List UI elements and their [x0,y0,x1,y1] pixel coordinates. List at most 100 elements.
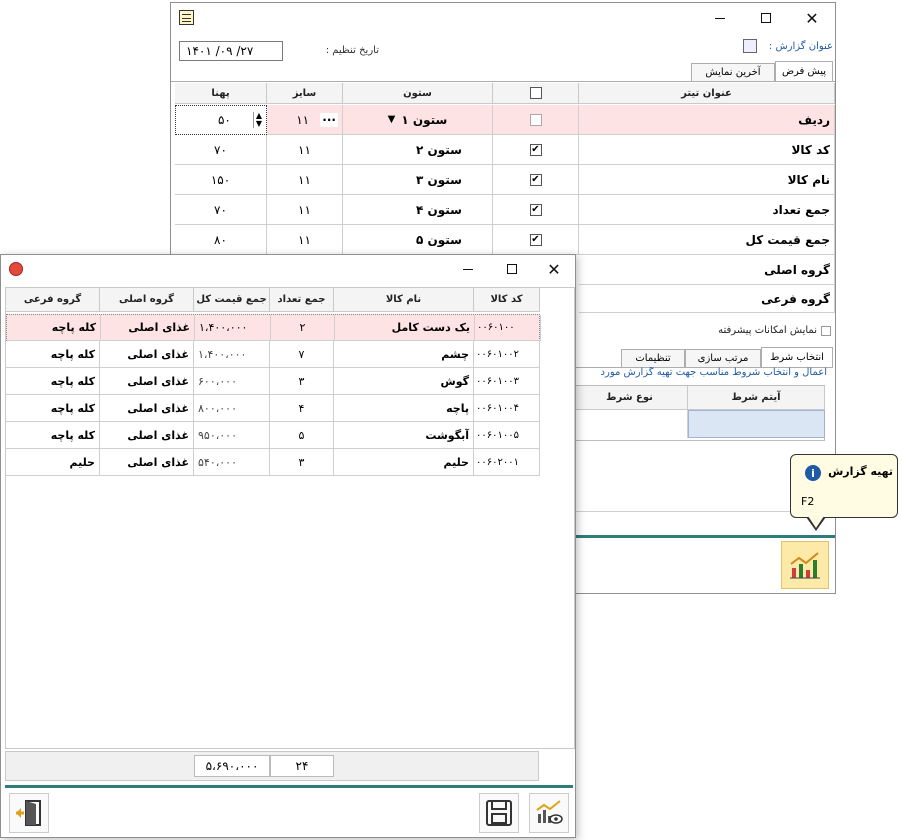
tab-select-condition[interactable]: انتخاب شرط [761,347,833,367]
cell-item-code: ۰۰۶۰۱۰۰۳ [474,368,540,395]
checkbox[interactable] [821,325,831,336]
cell-sub-group: کله پاچه [6,422,100,449]
header-total-qty: جمع تعداد [270,288,334,312]
cell-total-price: ۸۰۰،۰۰۰ [194,395,270,422]
maximize-button[interactable] [489,255,535,283]
size-cell: ۱۱ [267,135,343,165]
table-row[interactable]: کله پاچه غذای اصلی ۶۰۰،۰۰۰ ۳ گوش ۰۰۶۰۱۰۰… [6,368,540,395]
close-button[interactable]: ✕ [533,255,575,283]
preview-report-button[interactable] [529,793,569,833]
row-checkbox[interactable] [529,113,542,126]
cell-total-price: ۵۴۰،۰۰۰ [194,449,270,476]
condition-item-cell[interactable] [688,410,825,438]
cell-total-qty: ۵ [270,422,334,449]
tooltip-title: تهیه گزارش [828,465,893,478]
cell-main-group: غذای اصلی [100,395,194,422]
cell-sub-group: کله پاچه [6,395,100,422]
cell-total-qty: ۲ [271,315,335,341]
header-size: سایز [267,83,343,104]
visible-cell[interactable]: ✔ [493,225,579,255]
cell-item-name: چشم [334,341,474,368]
grid-row[interactable]: ۷۰ ۱۱ ستون ۲ ✔ کد کالا [175,135,835,165]
maximize-button[interactable] [743,3,789,33]
close-button[interactable]: ✕ [789,3,835,33]
header-checkbox[interactable] [529,87,542,99]
date-input[interactable]: ۱۴۰۱ /۰۹ /۲۷ [179,41,283,61]
title-cell: ردیف [579,105,835,135]
cell-total-qty: ۷ [270,341,334,368]
save-button[interactable] [479,793,519,833]
column-cell: ستون ۳ [343,165,493,195]
cell-total-price: ۱،۴۰۰،۰۰۰ [195,315,271,341]
tab-sorting[interactable]: مرتب سازی [685,349,761,367]
width-cell: ۷۰ [175,135,267,165]
header-item-code: کد کالا [474,288,540,312]
width-stepper[interactable]: ۵۰ ▲ ▼ [175,105,267,135]
ellipsis-button[interactable]: ··· [320,112,338,127]
table-row[interactable]: کله پاچه غذای اصلی ۹۵۰،۰۰۰ ۵ آبگوشت ۰۰۶۰… [6,422,540,449]
tooltip-pointer-fill [808,516,824,528]
cell-item-code: ۰۰۶۰۱۰۰ [475,315,541,341]
generate-report-button[interactable] [781,541,829,589]
chevron-down-icon[interactable]: ▼ [388,114,396,125]
report-title-label: عنوان گزارش : [768,41,833,52]
header-title: عنوان تیتر [579,83,835,104]
table-row[interactable]: کله پاچه غذای اصلی ۱،۴۰۰،۰۰۰ ۲ یک دست کا… [6,314,541,341]
spin-arrows-icon[interactable]: ▲ ▼ [252,112,262,128]
condition-type-cell[interactable] [572,410,688,438]
tab-default[interactable]: پیش فرض [775,61,833,81]
grid-row[interactable]: ۵۰ ▲ ▼ ۱۱ ··· ستون ۱ ▼ ردیف [175,105,835,135]
tab-settings[interactable]: تنظیمات [621,349,685,367]
title-cell: گروه فرعی [579,285,835,313]
cell-total-price: ۱،۴۰۰،۰۰۰ [194,341,270,368]
size-cell: ۱۱ [267,165,343,195]
width-cell: ۸۰ [175,225,267,255]
grid-row[interactable]: ۷۰ ۱۱ ستون ۴ ✔ جمع تعداد [175,195,835,225]
filter-grid: نوع شرط آیتم شرط [571,385,825,441]
header-condition-type: نوع شرط [572,386,688,410]
cell-sub-group: کله پاچه [6,341,100,368]
cell-total-qty: ۳ [270,449,334,476]
advanced-options-checkbox[interactable]: نمایش امکانات پیشرفته [691,325,831,336]
header-column: ستون [343,83,493,104]
cell-main-group: غذای اصلی [100,422,194,449]
exit-button[interactable] [9,793,49,833]
floppy-disk-icon [486,800,512,826]
cell-item-code: ۰۰۶۰۱۰۰۵ [474,422,540,449]
visible-cell[interactable]: ✔ [493,195,579,225]
grid-row[interactable]: ۸۰ ۱۱ ستون ۵ ✔ جمع قیمت کل [175,225,835,255]
row-checkbox[interactable]: ✔ [529,173,542,186]
table-row[interactable]: کله پاچه غذای اصلی ۱،۴۰۰،۰۰۰ ۷ چشم ۰۰۶۰۱… [6,341,540,368]
title-cell: گروه اصلی [579,255,835,285]
minimize-button[interactable] [445,255,491,283]
visible-cell[interactable]: ✔ [493,135,579,165]
cell-item-name: آبگوشت [334,422,474,449]
cell-sub-group: کله پاچه [6,368,100,395]
cell-item-code: ۰۰۶۰۲۰۰۱ [474,449,540,476]
width-cell: ۷۰ [175,195,267,225]
cell-total-price: ۶۰۰،۰۰۰ [194,368,270,395]
header-visible [493,83,579,104]
title-cell: جمع قیمت کل [579,225,835,255]
app-icon [179,10,194,25]
minimize-button[interactable] [697,3,743,33]
visible-cell[interactable]: ✔ [493,165,579,195]
table-row[interactable]: حلیم غذای اصلی ۵۴۰،۰۰۰ ۳ حلیم ۰۰۶۰۲۰۰۱ [6,449,540,476]
row-checkbox[interactable]: ✔ [529,203,542,216]
cell-item-name: پاچه [334,395,474,422]
table-row[interactable]: کله پاچه غذای اصلی ۸۰۰،۰۰۰ ۴ پاچه ۰۰۶۰۱۰… [6,395,540,422]
column-dropdown[interactable]: ستون ۱ ▼ [343,105,493,135]
app-icon [9,262,23,276]
row-checkbox[interactable]: ✔ [529,143,542,156]
tab-last-view[interactable]: آخرین نمایش [691,63,775,81]
header-condition-item: آیتم شرط [688,386,825,410]
chart-preview-icon [536,800,563,824]
row-checkbox[interactable]: ✔ [529,233,542,246]
cell-main-group: غذای اصلی [101,315,195,341]
grid-row[interactable]: ۱۵۰ ۱۱ ستون ۳ ✔ نام کالا [175,165,835,195]
visible-cell[interactable] [493,105,579,135]
title-cell: نام کالا [579,165,835,195]
total-qty-sum: ۲۴ [270,755,334,777]
size-field[interactable]: ۱۱ ··· [267,105,343,135]
totals-bar: ۵،۶۹۰،۰۰۰ ۲۴ [5,751,539,781]
